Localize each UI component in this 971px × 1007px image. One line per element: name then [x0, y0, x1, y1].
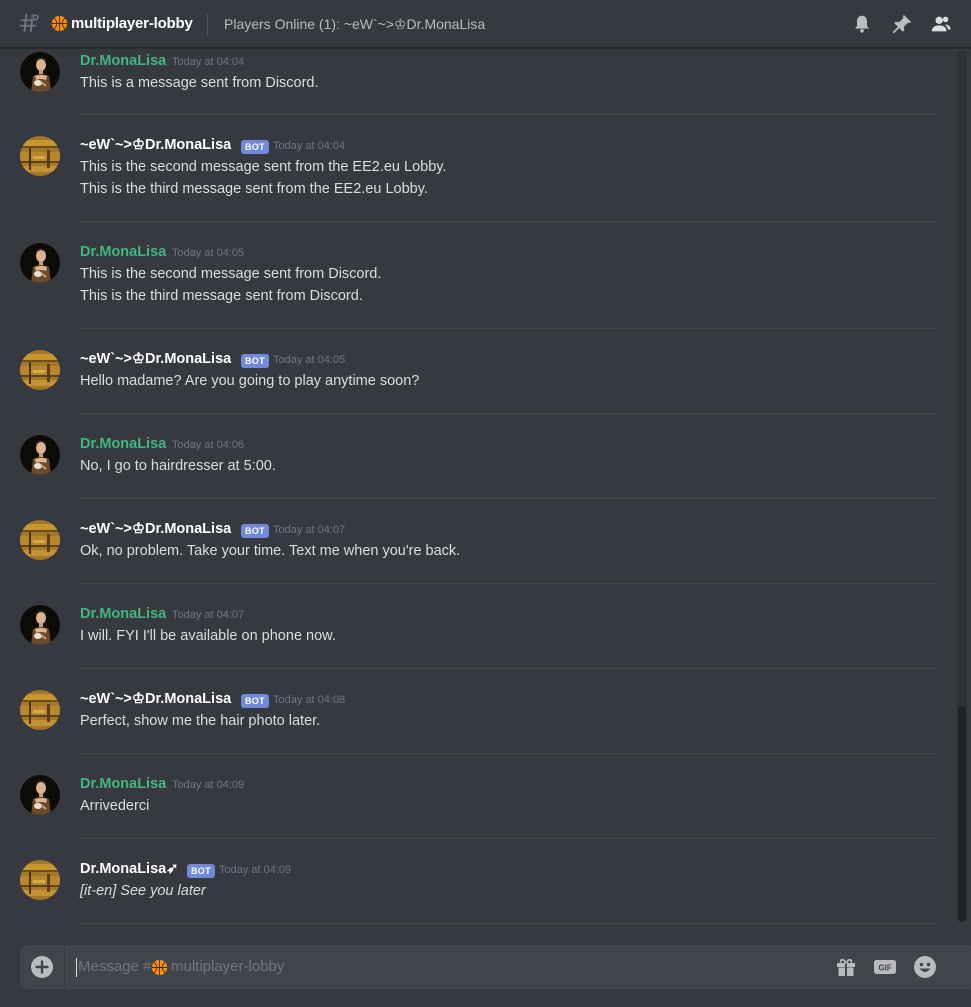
message-author[interactable]: Dr.MonaLisa	[80, 606, 166, 622]
input-divider	[64, 945, 65, 989]
channel-topic[interactable]: Players Online (1): ~eW`~>♔Dr.MonaLisa	[224, 16, 485, 33]
bot-badge: BOT	[241, 694, 269, 708]
add-attachment-icon[interactable]	[30, 955, 54, 979]
message-divider	[80, 114, 936, 115]
message-timestamp[interactable]: Today at 04:05	[172, 247, 244, 259]
message-text: This is the second message sent from Dis…	[80, 266, 382, 282]
svg-text:GIF: GIF	[878, 964, 891, 973]
message-divider	[80, 498, 936, 499]
message-author[interactable]: ~eW`~>♔Dr.MonaLisa	[80, 691, 231, 707]
message-divider	[80, 328, 936, 329]
message-timestamp[interactable]: Today at 04:08	[273, 694, 345, 706]
message-author[interactable]: Dr.MonaLisa	[80, 436, 166, 452]
avatar[interactable]	[20, 350, 60, 390]
pin-icon[interactable]	[891, 13, 913, 35]
message-timestamp[interactable]: Today at 04:09	[172, 779, 244, 791]
message-divider	[80, 668, 936, 669]
message-author[interactable]: Dr.MonaLisa	[80, 244, 166, 260]
message-item[interactable]: Dr.MonaLisa Today at 04:09 Arrivederci	[0, 771, 955, 841]
message-list[interactable]: Dr.MonaLisa Today at 04:04 This is a messa…	[0, 48, 955, 938]
avatar[interactable]	[20, 690, 60, 730]
message-text: Ok, no problem. Take your time. Text me …	[80, 543, 461, 559]
message-text: Perfect, show me the hair photo later.	[80, 713, 321, 729]
message-text: I will. FYI I'll be available on phone n…	[80, 628, 336, 644]
message-item[interactable]: Dr.MonaLisa Today at 04:06 No, I go to hai…	[0, 431, 955, 501]
message-author[interactable]: ~eW`~>♔Dr.MonaLisa	[80, 351, 231, 367]
avatar[interactable]	[20, 520, 60, 560]
message-text: This is the second message sent from the…	[80, 159, 447, 175]
message-text: This is the third message sent from Disc…	[80, 288, 363, 304]
avatar[interactable]	[20, 52, 60, 92]
message-timestamp[interactable]: Today at 04:09	[219, 864, 291, 876]
input-placeholder-channel[interactable]: multiplayer-lobby	[171, 958, 284, 975]
message-author[interactable]: ~eW`~>♔Dr.MonaLisa	[80, 137, 231, 153]
message-item[interactable]: Dr.MonaLisa Today at 04:04 This is a messa…	[0, 48, 955, 118]
message-divider	[80, 583, 936, 584]
basketball-emoji	[51, 15, 68, 32]
message-timestamp[interactable]: Today at 04:04	[172, 56, 244, 68]
message-item[interactable]: Dr.MonaLisa Today at 04:07 I will. FYI I'l…	[0, 601, 955, 671]
message-timestamp[interactable]: Today at 04:07	[172, 609, 244, 621]
message-divider	[80, 923, 936, 924]
channel-hash-icon	[19, 13, 40, 33]
message-item[interactable]: ~eW`~>♔Dr.MonaLisa BOT Today at 04:07 Ok, n…	[0, 516, 955, 586]
channel-header: multiplayer-lobby Players Online (1): ~e…	[0, 0, 971, 48]
avatar[interactable]	[20, 605, 60, 645]
message-divider	[80, 221, 936, 222]
avatar[interactable]	[20, 860, 60, 900]
avatar[interactable]	[20, 136, 60, 176]
text-caret	[76, 958, 77, 977]
bell-icon[interactable]	[851, 13, 873, 35]
message-timestamp[interactable]: Today at 04:07	[273, 524, 345, 536]
message-item[interactable]: ~eW`~>♔Dr.MonaLisa BOT Today at 04:05 Hello…	[0, 346, 955, 416]
message-item[interactable]: Dr.MonaLisa Today at 04:05 This is the sec…	[0, 239, 955, 309]
message-timestamp[interactable]: Today at 04:04	[273, 140, 345, 152]
bot-badge: BOT	[241, 140, 269, 154]
basketball-emoji	[151, 959, 168, 976]
message-item[interactable]: ~eW`~>♔Dr.MonaLisa BOT Today at 04:08 Perfe…	[0, 686, 955, 756]
message-item[interactable]: Dr.MonaLisa➶ BOT Today at 04:09 [it-en] See…	[0, 856, 955, 926]
message-text: Hello madame? Are you going to play anyt…	[80, 373, 420, 389]
message-divider	[80, 413, 936, 414]
input-placeholder-prefix[interactable]: Message #	[78, 958, 151, 975]
avatar[interactable]	[20, 243, 60, 283]
message-text: This is a message sent from Discord.	[80, 75, 319, 91]
avatar[interactable]	[20, 775, 60, 815]
gift-icon[interactable]	[834, 955, 858, 979]
message-item[interactable]: ~eW`~>♔Dr.MonaLisa BOT Today at 04:04 This …	[0, 132, 955, 202]
message-timestamp[interactable]: Today at 04:05	[273, 354, 345, 366]
message-text: This is the third message sent from the …	[80, 181, 428, 197]
avatar[interactable]	[20, 435, 60, 475]
channel-name: multiplayer-lobby	[71, 15, 193, 32]
gif-icon[interactable]: GIF	[873, 955, 897, 979]
scrollbar-thumb[interactable]	[958, 706, 966, 922]
bot-badge: BOT	[241, 354, 269, 368]
bot-badge: BOT	[187, 864, 215, 878]
message-author[interactable]: Dr.MonaLisa	[80, 776, 166, 792]
message-author[interactable]: Dr.MonaLisa➶	[80, 861, 178, 877]
bot-badge: BOT	[241, 524, 269, 538]
message-text: [it-en] See you later	[80, 883, 206, 899]
message-divider	[80, 838, 936, 839]
message-author[interactable]: ~eW`~>♔Dr.MonaLisa	[80, 521, 231, 537]
emoji-icon[interactable]	[913, 955, 937, 979]
message-timestamp[interactable]: Today at 04:06	[172, 439, 244, 451]
message-divider	[80, 753, 936, 754]
message-input-bar[interactable]: Message # multiplayer-lobby GIF	[20, 945, 971, 989]
message-text: Arrivederci	[80, 798, 150, 814]
message-author[interactable]: Dr.MonaLisa	[80, 53, 166, 69]
message-text: No, I go to hairdresser at 5:00.	[80, 458, 276, 474]
header-divider	[207, 14, 208, 36]
members-icon[interactable]	[930, 13, 952, 35]
